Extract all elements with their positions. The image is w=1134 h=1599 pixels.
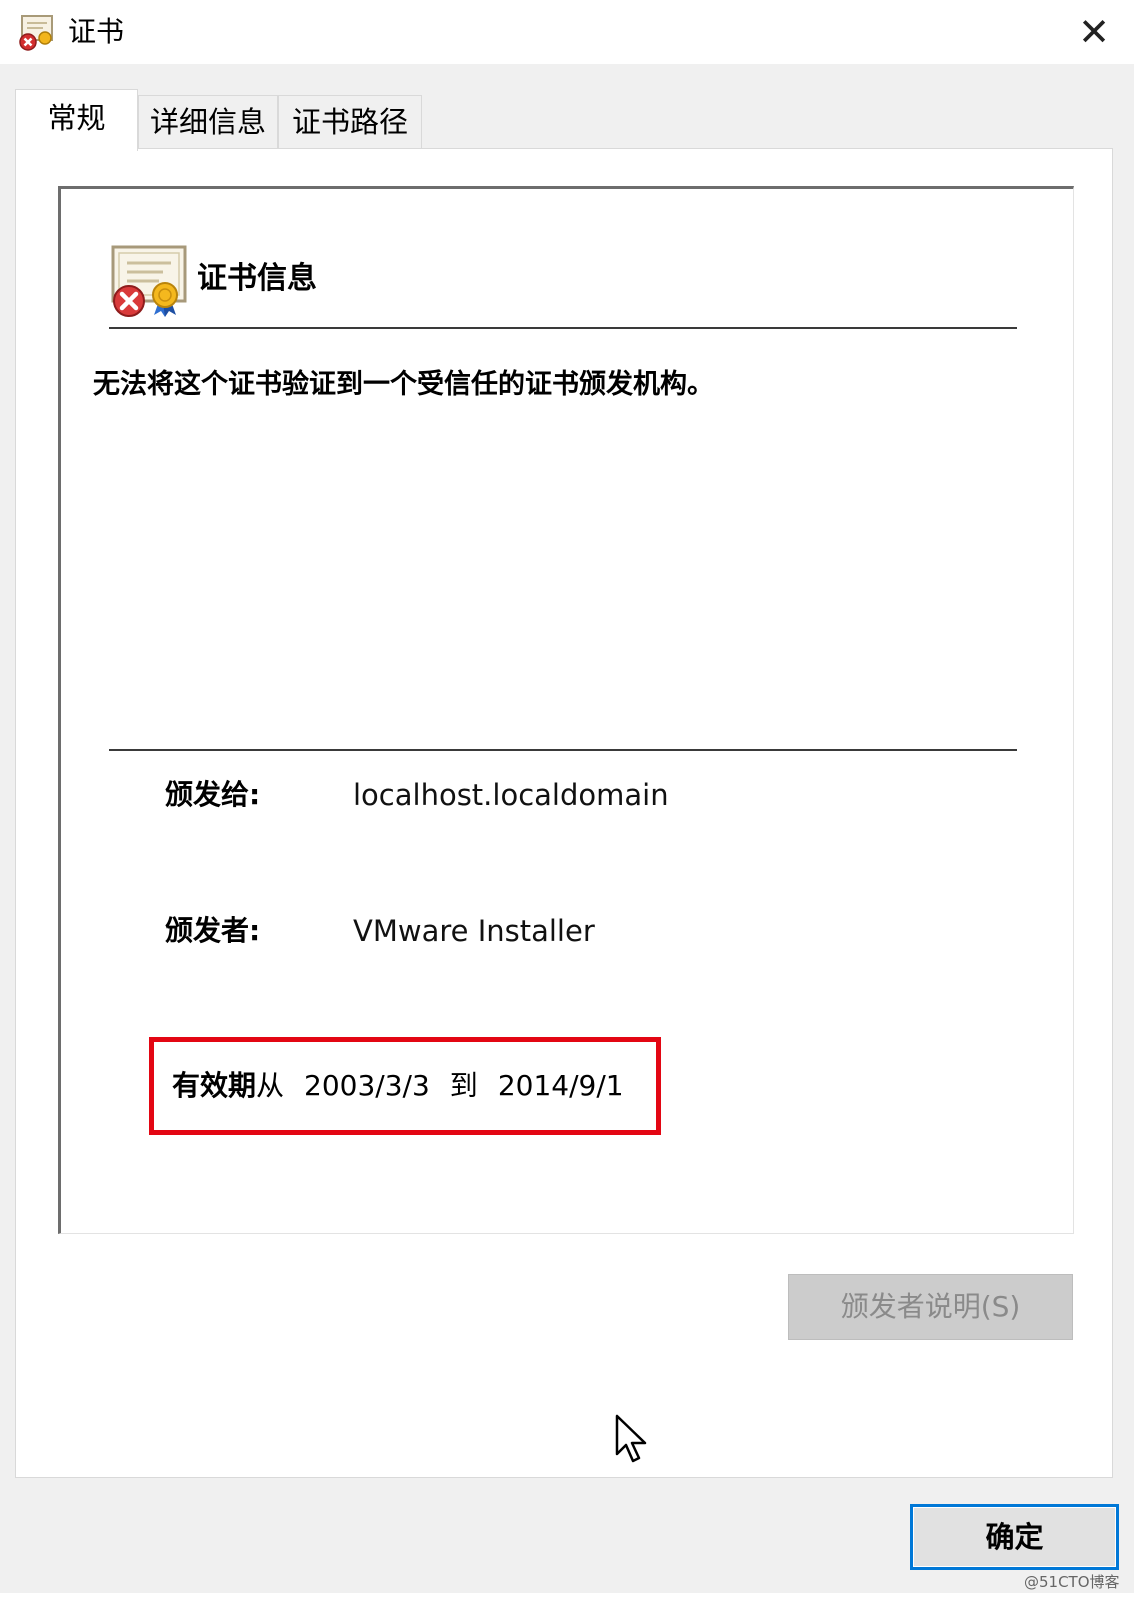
validity-from-date: 2003/3/3: [304, 1069, 430, 1102]
issued-to-label: 颁发给:: [165, 778, 261, 811]
divider: [109, 749, 1017, 751]
certificate-error-icon: [19, 15, 53, 51]
issued-by-value: VMware Installer: [353, 914, 595, 948]
validity-label: 有效期: [172, 1069, 257, 1102]
validity-to-date: 2014/9/1: [497, 1069, 624, 1102]
tab-label: 常规: [47, 101, 106, 135]
certificate-error-icon: [111, 245, 187, 317]
validity-highlight-box: 有效期从 2003/3/3 到 2014/9/1: [149, 1037, 661, 1135]
validity-period: 有效期从 2003/3/3 到 2014/9/1: [172, 1066, 624, 1106]
certificate-info-box: 证书信息 无法将这个证书验证到一个受信任的证书颁发机构。 颁发给: localh…: [58, 186, 1074, 1234]
ok-button[interactable]: 确定: [910, 1504, 1119, 1570]
tab-certification-path[interactable]: 证书路径: [278, 95, 422, 149]
issued-by-label: 颁发者:: [165, 914, 261, 947]
section-title: 证书信息: [197, 261, 317, 296]
title-bar: 证书 ✕: [0, 0, 1134, 64]
tab-label: 详细信息: [149, 105, 266, 139]
validity-from-word: 从: [256, 1069, 285, 1102]
untrusted-warning-text: 无法将这个证书验证到一个受信任的证书颁发机构。: [93, 369, 714, 400]
tab-label: 证书路径: [291, 105, 408, 139]
tab-details[interactable]: 详细信息: [138, 95, 278, 149]
window-bottom-edge: [0, 1593, 1134, 1599]
window-title: 证书: [68, 15, 125, 48]
divider: [109, 327, 1017, 329]
issued-to-value: localhost.localdomain: [353, 778, 669, 812]
validity-to-word: 到: [449, 1069, 478, 1102]
watermark: @51CTO博客: [1024, 1573, 1120, 1591]
issuer-statement-button[interactable]: 颁发者说明(S): [788, 1274, 1073, 1340]
close-button[interactable]: ✕: [1072, 10, 1116, 54]
mouse-pointer-icon: [615, 1414, 647, 1463]
tab-general[interactable]: 常规: [15, 89, 138, 151]
close-icon: ✕: [1078, 10, 1110, 54]
